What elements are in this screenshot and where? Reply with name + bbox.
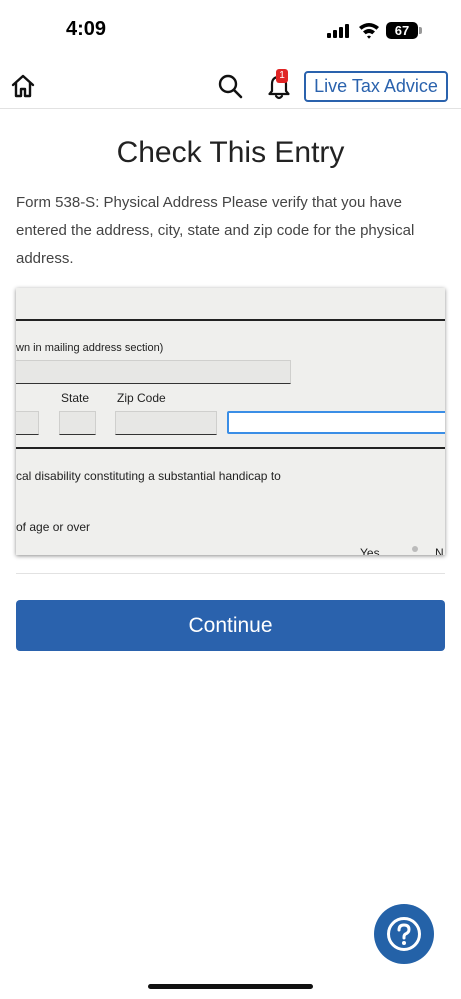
zip-code-label: Zip Code — [117, 391, 166, 405]
disability-text: cal disability constituting a substantia… — [16, 469, 281, 483]
state-label: State — [61, 391, 90, 405]
mailing-note-text: wn in mailing address section) — [16, 342, 164, 354]
wifi-icon — [359, 23, 379, 39]
state-field — [59, 411, 96, 435]
signal-icon — [327, 24, 351, 38]
battery-icon: 67 — [386, 22, 418, 39]
city-field — [16, 411, 39, 435]
live-tax-advice-button[interactable]: Live Tax Advice — [304, 71, 448, 102]
zip-code-field — [115, 411, 217, 435]
divider — [16, 573, 445, 574]
status-bar: 4:09 67 — [0, 0, 461, 60]
form-preview-image: wn in mailing address section) State Zip… — [16, 288, 445, 555]
help-button[interactable] — [374, 904, 434, 964]
no-label: N — [435, 546, 444, 555]
active-field — [227, 411, 445, 434]
continue-button[interactable]: Continue — [16, 600, 445, 651]
home-indicator — [148, 984, 313, 989]
notification-badge: 1 — [276, 69, 288, 83]
radio-dot — [412, 546, 418, 552]
help-icon — [387, 917, 421, 951]
page-description: Form 538-S: Physical Address Please veri… — [16, 194, 415, 267]
page-title: Check This Entry — [116, 136, 345, 169]
battery-cap — [419, 27, 422, 34]
form-rule-top — [16, 319, 445, 321]
age-text: of age or over — [16, 520, 91, 534]
top-nav: 1 Live Tax Advice — [0, 60, 461, 109]
address-field — [16, 360, 291, 384]
yes-label: Yes — [360, 546, 380, 555]
battery-level: 67 — [394, 23, 410, 38]
search-icon[interactable] — [217, 73, 243, 99]
home-icon[interactable] — [10, 73, 36, 99]
status-time: 4:09 — [66, 18, 107, 40]
form-rule-middle — [16, 447, 445, 449]
